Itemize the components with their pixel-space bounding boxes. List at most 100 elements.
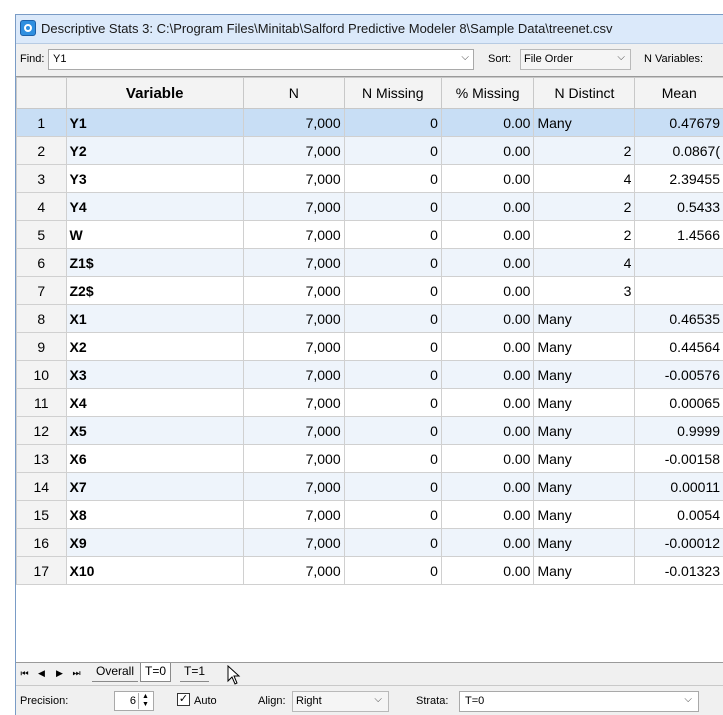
n-distinct-cell[interactable]: 2 [533,192,636,221]
n-distinct-cell[interactable]: Many [533,472,636,501]
title-bar[interactable]: Descriptive Stats 3: C:\Program Files\Mi… [16,15,723,44]
table-row[interactable]: 4 Y4 7,000 0 0.00 2 0.5433 [16,192,723,221]
pct-missing-cell[interactable]: 0.00 [440,528,535,557]
table-row[interactable]: 9 X2 7,000 0 0.00 Many 0.44564 [16,332,723,361]
mean-cell[interactable] [634,248,723,277]
table-row[interactable]: 13 X6 7,000 0 0.00 Many -0.00158 [16,444,723,473]
n-missing-cell[interactable]: 0 [343,528,442,557]
chevron-down-icon[interactable]: ⌵ [461,52,469,63]
row-number-cell[interactable]: 13 [16,444,67,473]
row-number-cell[interactable]: 3 [16,164,67,193]
variable-cell[interactable]: Y1 [65,108,244,137]
row-number-cell[interactable]: 14 [16,472,67,501]
n-cell[interactable]: 7,000 [242,304,345,333]
pct-missing-cell[interactable]: 0.00 [440,500,535,529]
row-number-cell[interactable]: 15 [16,500,67,529]
n-missing-cell[interactable]: 0 [343,332,442,361]
variable-cell[interactable]: W [65,220,244,249]
table-row[interactable]: 8 X1 7,000 0 0.00 Many 0.46535 [16,304,723,333]
row-number-cell[interactable]: 4 [16,192,67,221]
tab-t0[interactable]: T=0 [140,663,172,682]
pct-missing-cell[interactable]: 0.00 [440,304,535,333]
pct-missing-cell[interactable]: 0.00 [440,220,535,249]
n-cell[interactable]: 7,000 [242,164,345,193]
sort-dropdown[interactable]: File Order ⌵ [520,49,631,70]
row-number-cell[interactable]: 1 [16,108,67,137]
pct-missing-cell[interactable]: 0.00 [440,332,535,361]
n-distinct-cell[interactable]: 4 [533,248,636,277]
pct-missing-cell[interactable]: 0.00 [440,556,535,585]
row-number-cell[interactable]: 2 [16,136,67,165]
n-missing-cell[interactable]: 0 [343,136,442,165]
last-tab-icon[interactable]: ⏭ [70,666,83,680]
n-missing-cell[interactable]: 0 [343,304,442,333]
n-distinct-cell[interactable]: Many [533,556,636,585]
table-row[interactable]: 14 X7 7,000 0 0.00 Many 0.00011 [16,472,723,501]
row-number-cell[interactable]: 12 [16,416,67,445]
variable-cell[interactable]: X3 [65,360,244,389]
variable-cell[interactable]: Y4 [65,192,244,221]
tab-overall[interactable]: Overall [92,663,139,682]
variable-cell[interactable]: Z1$ [65,248,244,277]
pct-missing-cell[interactable]: 0.00 [440,248,535,277]
n-distinct-cell[interactable]: Many [533,360,636,389]
spinner-arrows-icon[interactable]: ▲ ▼ [138,693,152,709]
column-header-variable[interactable]: Variable [65,77,244,109]
variable-cell[interactable]: X10 [65,556,244,585]
precision-spinner[interactable]: 6 ▲ ▼ [114,691,154,711]
variable-cell[interactable]: Y2 [65,136,244,165]
pct-missing-cell[interactable]: 0.00 [440,388,535,417]
row-number-cell[interactable]: 7 [16,276,67,305]
pct-missing-cell[interactable]: 0.00 [440,472,535,501]
table-row[interactable]: 10 X3 7,000 0 0.00 Many -0.00576 [16,360,723,389]
mean-cell[interactable]: -0.00158 [634,444,723,473]
column-header-n[interactable]: N [242,77,345,109]
n-cell[interactable]: 7,000 [242,276,345,305]
n-cell[interactable]: 7,000 [242,472,345,501]
n-cell[interactable]: 7,000 [242,500,345,529]
n-cell[interactable]: 7,000 [242,108,345,137]
n-distinct-cell[interactable]: 2 [533,136,636,165]
strata-dropdown[interactable]: T=0 ⌵ [459,691,699,712]
column-header-n-missing[interactable]: N Missing [343,77,442,109]
table-row[interactable]: 17 X10 7,000 0 0.00 Many -0.01323 [16,556,723,585]
variable-cell[interactable]: X8 [65,500,244,529]
mean-cell[interactable]: -0.01323 [634,556,723,585]
auto-checkbox[interactable]: ✓ [177,693,190,706]
mean-cell[interactable]: 0.0867( [634,136,723,165]
n-missing-cell[interactable]: 0 [343,276,442,305]
n-missing-cell[interactable]: 0 [343,472,442,501]
mean-cell[interactable]: -0.00576 [634,360,723,389]
row-number-cell[interactable]: 16 [16,528,67,557]
pct-missing-cell[interactable]: 0.00 [440,276,535,305]
variable-cell[interactable]: Z2$ [65,276,244,305]
chevron-down-icon[interactable]: ⌵ [374,694,382,705]
n-missing-cell[interactable]: 0 [343,444,442,473]
mean-cell[interactable]: -0.00012 [634,528,723,557]
n-distinct-cell[interactable]: Many [533,388,636,417]
n-missing-cell[interactable]: 0 [343,220,442,249]
n-missing-cell[interactable]: 0 [343,164,442,193]
chevron-down-icon[interactable]: ⌵ [684,694,692,705]
n-cell[interactable]: 7,000 [242,248,345,277]
n-distinct-cell[interactable]: 2 [533,220,636,249]
n-cell[interactable]: 7,000 [242,528,345,557]
pct-missing-cell[interactable]: 0.00 [440,136,535,165]
table-row[interactable]: 12 X5 7,000 0 0.00 Many 0.9999 [16,416,723,445]
n-missing-cell[interactable]: 0 [343,388,442,417]
variable-cell[interactable]: X4 [65,388,244,417]
n-missing-cell[interactable]: 0 [343,416,442,445]
mean-cell[interactable]: 0.0054 [634,500,723,529]
pct-missing-cell[interactable]: 0.00 [440,192,535,221]
pct-missing-cell[interactable]: 0.00 [440,444,535,473]
n-distinct-cell[interactable]: Many [533,444,636,473]
n-distinct-cell[interactable]: Many [533,304,636,333]
column-header-pct-missing[interactable]: % Missing [440,77,535,109]
n-cell[interactable]: 7,000 [242,556,345,585]
n-cell[interactable]: 7,000 [242,360,345,389]
table-row[interactable]: 6 Z1$ 7,000 0 0.00 4 [16,248,723,277]
n-missing-cell[interactable]: 0 [343,500,442,529]
n-distinct-cell[interactable]: Many [533,332,636,361]
corner-header[interactable] [16,77,67,109]
table-row[interactable]: 11 X4 7,000 0 0.00 Many 0.00065 [16,388,723,417]
